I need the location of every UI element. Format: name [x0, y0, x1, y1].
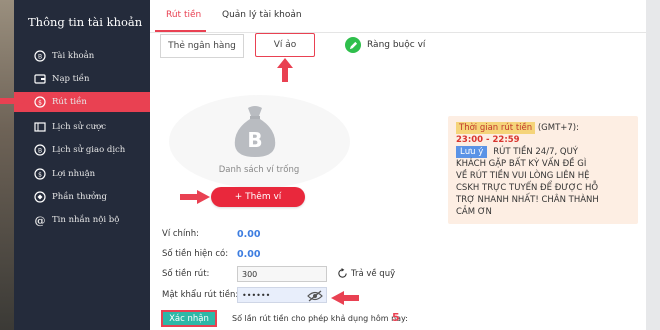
notice-badge: Lưu ý — [456, 146, 488, 158]
refresh-icon — [338, 268, 347, 278]
sidebar-item-deposit[interactable]: Nạp tiền — [14, 69, 150, 89]
account-circle-icon: B — [34, 50, 46, 62]
sidebar: Thông tin tài khoản B Tài khoản Nạp tiền… — [14, 0, 150, 330]
at-sign-icon: @ — [34, 213, 46, 227]
notice-line: TRỢ NHANH NHẤT! CHÂN THÀNH — [456, 195, 599, 205]
bind-wallet-label: Ràng buộc ví — [367, 40, 426, 50]
sidebar-item-transaction-history[interactable]: B Lịch sử giao dịch — [14, 140, 150, 160]
sidebar-item-label: Tin nhắn nội bộ — [52, 215, 120, 225]
page-margin — [646, 0, 660, 330]
red-arrow-icon — [331, 291, 359, 305]
red-arrow-icon — [180, 190, 210, 204]
background-strip — [0, 0, 14, 330]
eye-slash-icon[interactable] — [307, 290, 323, 302]
main-panel: Rút tiền Quản lý tài khoản Thẻ ngân hàng… — [150, 0, 646, 330]
red-arrow-icon — [0, 94, 26, 108]
wallet-icon — [34, 73, 46, 85]
tab-account-management[interactable]: Quản lý tài khoản — [222, 10, 302, 20]
red-arrow-icon — [277, 58, 293, 82]
sidebar-item-account[interactable]: B Tài khoản — [14, 46, 150, 66]
notice-timezone: (GMT+7): — [537, 123, 579, 133]
page-root: Thông tin tài khoản B Tài khoản Nạp tiền… — [0, 0, 660, 330]
sidebar-item-label: Lịch sử cược — [52, 122, 106, 132]
sidebar-item-label: Tài khoản — [52, 51, 95, 61]
svg-text:$: $ — [38, 100, 42, 107]
sidebar-item-label: Phần thưởng — [52, 192, 107, 202]
bank-card-option[interactable]: Thẻ ngân hàng — [160, 34, 244, 58]
sidebar-item-bet-history[interactable]: Lịch sử cược — [14, 117, 150, 137]
add-wallet-button[interactable]: + Thêm ví — [211, 187, 305, 207]
sidebar-item-rewards[interactable]: Phần thưởng — [14, 187, 150, 207]
notice-line: CẢM ƠN — [456, 207, 492, 217]
withdraw-amount-input[interactable]: 300 — [237, 266, 327, 282]
tab-withdraw[interactable]: Rút tiền — [166, 10, 201, 20]
transaction-circle-icon: B — [34, 144, 46, 156]
remaining-withdrawals-label: Số lần rút tiền cho phép khả dụng hôm na… — [232, 314, 408, 323]
sidebar-item-label: Lợi nhuận — [52, 169, 96, 179]
tab-divider — [150, 32, 646, 33]
sidebar-item-label: Rút tiền — [52, 97, 87, 107]
withdraw-circle-icon: $ — [34, 96, 46, 108]
sidebar-item-label: Nạp tiền — [52, 74, 90, 84]
main-wallet-value: 0.00 — [237, 229, 261, 240]
sidebar-item-withdraw[interactable]: $ Rút tiền — [14, 92, 150, 112]
sidebar-title: Thông tin tài khoản — [28, 15, 143, 29]
notice-title: Thời gian rút tiền — [456, 122, 536, 134]
sidebar-item-profit[interactable]: $ Lợi nhuận — [14, 164, 150, 184]
svg-text:B: B — [38, 148, 42, 155]
notice-hours: 23:00 - 22:59 — [456, 135, 520, 145]
withdraw-password-label: Mật khẩu rút tiền: — [162, 290, 239, 300]
active-tab-underline — [155, 30, 206, 32]
e-wallet-option[interactable]: Ví ảo — [255, 33, 315, 57]
confirm-button[interactable]: Xác nhận — [161, 310, 217, 327]
pencil-icon — [345, 37, 361, 53]
withdraw-notice: Thời gian rút tiền (GMT+7): 23:00 - 22:5… — [448, 116, 638, 224]
ticket-icon — [34, 121, 46, 133]
available-balance-label: Số tiền hiện có: — [162, 249, 229, 259]
svg-text:B: B — [247, 128, 262, 152]
notice-line: RÚT TIỀN 24/7, QUÝ — [493, 147, 578, 157]
return-to-fund-label: Trả về quỹ — [351, 268, 396, 279]
remaining-withdrawals-count: 5 — [392, 311, 400, 324]
sidebar-item-messages[interactable]: @ Tin nhắn nội bộ — [14, 210, 150, 230]
bind-wallet-button[interactable]: Ràng buộc ví — [345, 37, 425, 53]
svg-text:B: B — [38, 54, 42, 61]
empty-wallet-text: Danh sách ví trống — [218, 165, 300, 175]
withdraw-amount-label: Số tiền rút: — [162, 269, 210, 279]
sidebar-item-label: Lịch sử giao dịch — [52, 145, 126, 155]
gift-icon — [34, 191, 46, 203]
profit-circle-icon: $ — [34, 168, 46, 180]
notice-line: VỀ RÚT TIỀN VUI LÒNG LIÊN HỆ — [456, 171, 590, 181]
return-to-fund-button[interactable]: Trả về quỹ — [337, 268, 395, 279]
notice-line: CSKH TRỰC TUYẾN ĐỂ ĐƯỢC HỖ — [456, 183, 599, 193]
bitcoin-bag-icon: B — [234, 106, 276, 157]
svg-text:$: $ — [38, 172, 42, 179]
main-wallet-label: Ví chính: — [162, 229, 199, 239]
notice-line: KHÁCH GẶP BẤT KỲ VẤN ĐỀ GÌ — [456, 159, 587, 169]
available-balance-value: 0.00 — [237, 249, 261, 260]
